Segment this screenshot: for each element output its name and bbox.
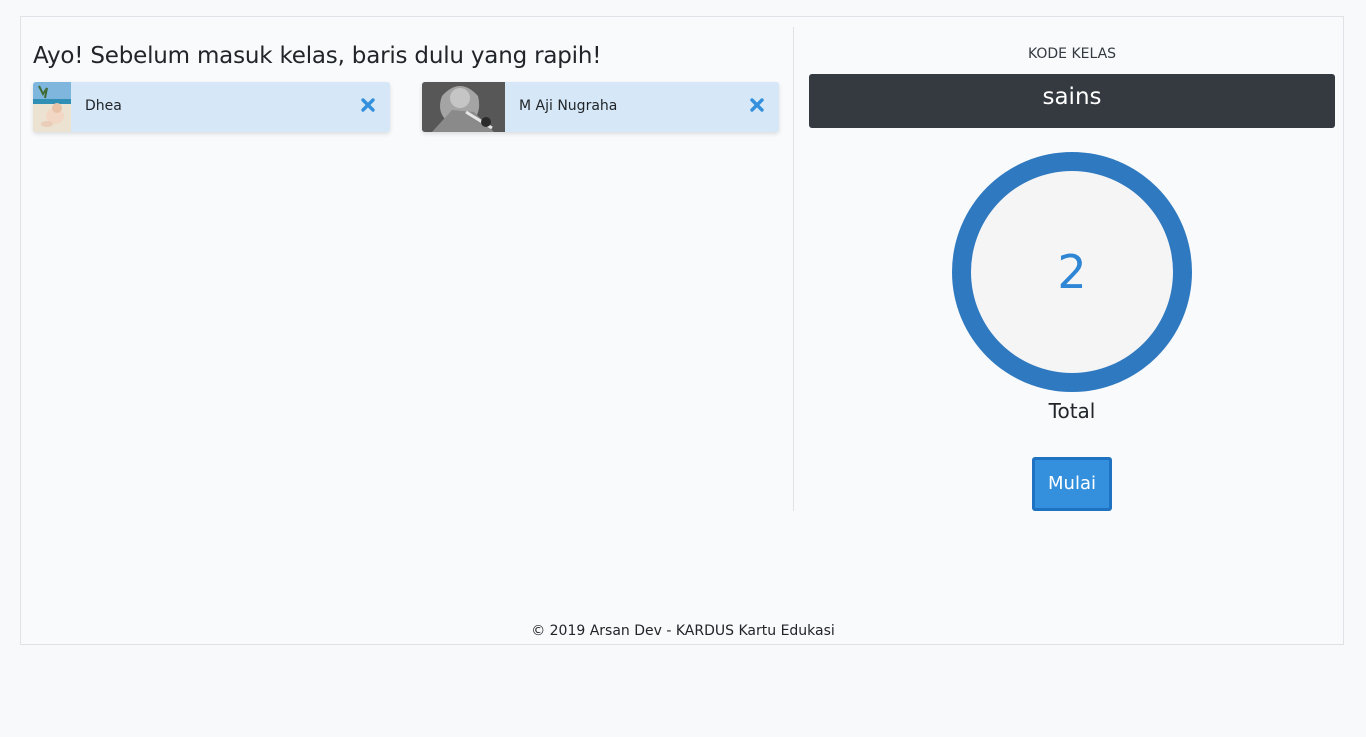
times-icon[interactable]	[360, 97, 376, 113]
footer-copyright: © 2019 Arsan Dev - KARDUS Kartu Edukasi	[531, 623, 835, 639]
student-card: M Aji Nugraha	[422, 82, 779, 132]
class-code-value: sains	[809, 74, 1335, 128]
student-name: M Aji Nugraha	[519, 98, 618, 114]
student-card: Dhea	[33, 82, 390, 132]
participant-count-ring: 2	[952, 152, 1192, 392]
participant-count-disc: 2	[971, 171, 1173, 373]
class-code-label: KODE KELAS	[1027, 46, 1117, 62]
student-name: Dhea	[85, 98, 122, 114]
participant-count-label: Total	[1048, 399, 1096, 423]
section-divider	[793, 27, 794, 511]
start-button[interactable]: Mulai	[1032, 457, 1112, 511]
times-icon[interactable]	[749, 97, 765, 113]
page-container: Ayo! Sebelum masuk kelas, baris dulu yan…	[20, 16, 1344, 645]
student-avatar	[422, 82, 505, 132]
student-avatar	[33, 82, 71, 132]
participant-count: 2	[1057, 245, 1087, 299]
lobby-heading: Ayo! Sebelum masuk kelas, baris dulu yan…	[33, 43, 602, 69]
